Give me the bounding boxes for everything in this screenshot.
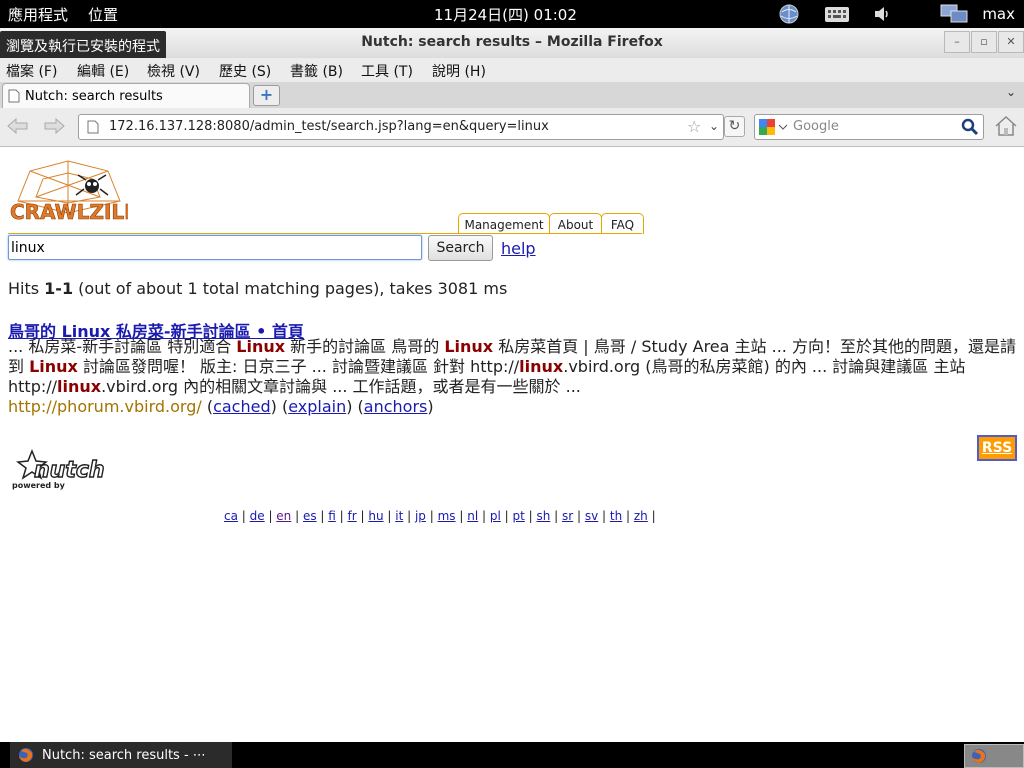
powered-by-text: powered by (12, 481, 66, 490)
hits-summary: Hits 1-1 (out of about 1 total matching … (8, 279, 508, 298)
firefox-icon (971, 748, 987, 768)
keyboard-icon[interactable] (824, 3, 850, 25)
logo-text: CRAWLZILLA (10, 200, 128, 224)
lang-fr[interactable]: fr (348, 509, 357, 523)
menu-edit[interactable]: 編輯 (E) (77, 61, 129, 81)
menu-history[interactable]: 歷史 (S) (219, 61, 271, 81)
lang-sr[interactable]: sr (562, 509, 573, 523)
lang-ca[interactable]: ca (224, 509, 238, 523)
google-icon[interactable] (759, 119, 789, 139)
cached-link[interactable]: cached (213, 397, 271, 416)
explain-link[interactable]: explain (288, 397, 346, 416)
language-links: ca | de | en | es | fi | fr | hu | it | … (224, 509, 656, 523)
url-bar[interactable]: 172.16.137.128:8080/admin_test/search.js… (78, 114, 724, 140)
lang-en[interactable]: en (276, 509, 291, 523)
menu-tools[interactable]: 工具 (T) (361, 61, 413, 81)
forward-icon[interactable] (42, 116, 66, 140)
places-menu[interactable]: 位置 (88, 4, 118, 25)
lang-zh[interactable]: zh (634, 509, 648, 523)
minimize-button[interactable]: – (944, 31, 970, 53)
url-text: 172.16.137.128:8080/admin_test/search.js… (109, 119, 549, 134)
menu-file[interactable]: 檔案 (F) (6, 61, 57, 81)
lang-nl[interactable]: nl (467, 509, 478, 523)
result-meta: http://phorum.vbird.org/ (cached) (expla… (8, 397, 434, 416)
lang-it[interactable]: it (395, 509, 403, 523)
lang-ms[interactable]: ms (438, 509, 456, 523)
lang-sh[interactable]: sh (536, 509, 550, 523)
menu-help[interactable]: 說明 (H) (432, 61, 486, 81)
applications-menu[interactable]: 應用程式 (8, 4, 68, 25)
taskbar-label: Nutch: search results - ⋯ (42, 748, 206, 763)
page-icon (87, 119, 99, 138)
tab-management[interactable]: Management (458, 213, 550, 234)
new-tab-button[interactable]: + (253, 85, 280, 106)
search-icon[interactable] (961, 118, 979, 140)
search-bar[interactable]: Google (754, 114, 984, 140)
workspace-switcher[interactable] (964, 744, 1024, 768)
menu-bookmarks[interactable]: 書籤 (B) (290, 61, 343, 81)
page-icon (8, 89, 20, 107)
bottom-panel: Nutch: search results - ⋯ (0, 742, 1024, 768)
lang-pl[interactable]: pl (490, 509, 501, 523)
search-button[interactable]: Search (428, 235, 493, 261)
tooltip: 瀏覽及執行已安裝的程式 (0, 31, 166, 61)
menubar: 檔案 (F) 編輯 (E) 檢視 (V) 歷史 (S) 書籤 (B) 工具 (T… (0, 58, 1024, 82)
back-icon[interactable] (6, 116, 30, 140)
home-icon[interactable] (994, 115, 1018, 141)
close-button[interactable]: ✕ (998, 31, 1024, 53)
help-link[interactable]: help (501, 239, 536, 258)
bookmark-star-icon[interactable]: ☆ (687, 117, 701, 136)
tab-label: Nutch: search results (25, 89, 163, 104)
lang-th[interactable]: th (610, 509, 622, 523)
tab-about[interactable]: About (549, 213, 602, 234)
lang-pt[interactable]: pt (512, 509, 524, 523)
lang-sv[interactable]: sv (585, 509, 598, 523)
lang-es[interactable]: es (303, 509, 317, 523)
result-url[interactable]: http://phorum.vbird.org/ (8, 397, 202, 416)
tab-strip: Nutch: search results + ⌄ (0, 82, 1024, 109)
maximize-button[interactable]: ▫ (971, 31, 997, 53)
result-summary: ... 私房菜-新手討論區 特別適合 Linux 新手的討論區 鳥哥的 Linu… (8, 337, 1016, 396)
top-panel: 應用程式 位置 11月24日(四) 01:02 max (0, 0, 1024, 28)
clock[interactable]: 11月24日(四) 01:02 (434, 4, 577, 25)
lang-hu[interactable]: hu (368, 509, 383, 523)
header-divider (8, 233, 642, 234)
search-placeholder: Google (793, 119, 839, 134)
nutch-brand: nutch (34, 458, 105, 483)
lang-jp[interactable]: jp (415, 509, 426, 523)
tab-list-button[interactable]: ⌄ (1006, 85, 1016, 99)
volume-icon[interactable] (872, 3, 894, 25)
reload-icon[interactable]: ↻ (724, 116, 745, 137)
network-globe-icon[interactable] (778, 3, 800, 25)
rss-button[interactable]: RSS (977, 435, 1017, 461)
crawlzilla-logo[interactable]: CRAWLZILLA (8, 153, 153, 235)
navigation-bar: 172.16.137.128:8080/admin_test/search.js… (0, 108, 1024, 147)
history-dropdown-icon[interactable]: ⌄ (709, 119, 719, 133)
firefox-icon (18, 747, 34, 767)
page-content: CRAWLZILLA Management About FAQ Search h… (0, 147, 1024, 741)
tab-nutch-results[interactable]: Nutch: search results (2, 83, 250, 108)
lang-fi[interactable]: fi (328, 509, 336, 523)
tab-faq[interactable]: FAQ (601, 213, 644, 234)
taskbar-item-firefox[interactable]: Nutch: search results - ⋯ (10, 742, 232, 768)
lang-de[interactable]: de (250, 509, 265, 523)
network-computer-icon[interactable] (940, 3, 968, 25)
search-input[interactable] (8, 235, 422, 260)
anchors-link[interactable]: anchors (364, 397, 428, 416)
nutch-logo[interactable]: nutch powered by (10, 447, 106, 495)
menu-view[interactable]: 檢視 (V) (147, 61, 200, 81)
user-menu[interactable]: max (982, 5, 1015, 23)
